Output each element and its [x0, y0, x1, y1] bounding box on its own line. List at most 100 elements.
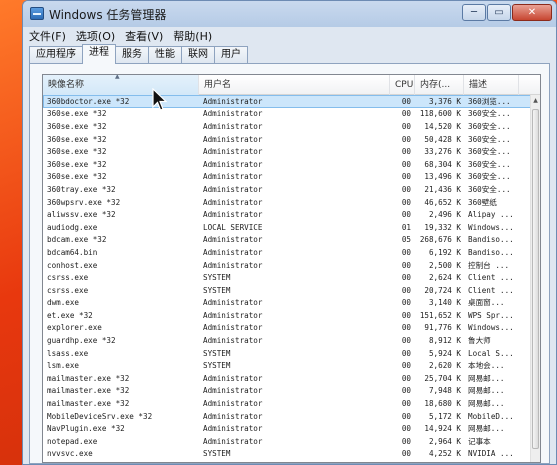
vertical-scrollbar[interactable]: ▲	[530, 95, 540, 462]
table-row[interactable]: 360se.exe *32 Administrator 00 68,304 K 360安…	[43, 158, 540, 171]
process-description: 桌面窗...	[468, 298, 505, 308]
process-user: Administrator	[203, 298, 263, 308]
menu-file[interactable]: 文件(F)	[29, 28, 66, 44]
table-row[interactable]: guardhp.exe *32 Administrator 00 8,912 K 鲁大师	[43, 334, 540, 347]
window-title: Windows 任务管理器	[49, 8, 167, 22]
table-row[interactable]: 360tray.exe *32 Administrator 00 21,436 K 36…	[43, 183, 540, 196]
process-description: 360壁纸	[468, 197, 497, 207]
table-row[interactable]: lsm.exe SYSTEM 00 2,620 K 本地会...	[43, 359, 540, 372]
table-row[interactable]: aliwssv.exe *32 Administrator 00 2,496 K Ali…	[43, 208, 540, 221]
process-cpu: 00	[401, 386, 411, 396]
tab-processes[interactable]: 进程	[82, 44, 116, 64]
process-image-name: csrss.exe	[47, 273, 89, 283]
minimize-button[interactable]: ─	[462, 4, 486, 21]
process-memory: 4,252 K	[428, 449, 461, 459]
process-memory: 2,500 K	[428, 260, 461, 270]
tab-networking[interactable]: 联网	[181, 46, 215, 64]
tab-users[interactable]: 用户	[214, 46, 248, 64]
table-row[interactable]: 360se.exe *32 Administrator 00 13,496 K 360安…	[43, 171, 540, 184]
menu-help[interactable]: 帮助(H)	[173, 28, 212, 44]
scroll-thumb[interactable]	[532, 109, 539, 449]
process-description: MobileD...	[468, 411, 514, 421]
process-description: Client ...	[468, 285, 514, 295]
process-description: 360安全...	[468, 121, 511, 131]
process-cpu: 00	[401, 184, 411, 194]
task-manager-icon	[30, 7, 44, 20]
tab-applications[interactable]: 应用程序	[29, 46, 83, 64]
process-description: 360浏览...	[468, 96, 511, 106]
process-cpu: 00	[401, 260, 411, 270]
process-cpu: 00	[401, 310, 411, 320]
process-memory: 118,600 K	[419, 109, 461, 119]
table-row[interactable]: csrss.exe SYSTEM 00 2,624 K Client ...	[43, 271, 540, 284]
process-description: 记事本	[468, 436, 491, 446]
table-row[interactable]: csrss.exe SYSTEM 00 20,724 K Client ...	[43, 284, 540, 297]
process-memory: 13,496 K	[424, 172, 461, 182]
column-description[interactable]: 描述	[464, 75, 519, 95]
table-row[interactable]: 360se.exe *32 Administrator 00 33,276 K 360安…	[43, 145, 540, 158]
process-user: Administrator	[203, 386, 263, 396]
list-header: ▲ 映像名称 用户名 CPU 内存(... 描述	[43, 75, 540, 95]
table-row[interactable]: bdcam64.bin Administrator 00 6,192 K Bandiso…	[43, 246, 540, 259]
tab-services[interactable]: 服务	[115, 46, 149, 64]
process-description: 360安全...	[468, 159, 511, 169]
process-list[interactable]: ▲ 映像名称 用户名 CPU 内存(... 描述 360bdoctor.exe …	[42, 74, 541, 463]
process-user: Administrator	[203, 210, 263, 220]
table-row[interactable]: NavPlugin.exe *32 Administrator 00 14,924 K…	[43, 422, 540, 435]
menu-view[interactable]: 查看(V)	[125, 28, 163, 44]
process-memory: 5,924 K	[428, 348, 461, 358]
process-description: 360安全...	[468, 134, 511, 144]
title-bar[interactable]: Windows 任务管理器 ─ ▭ ✕	[23, 1, 556, 27]
process-cpu: 00	[401, 109, 411, 119]
column-user-name[interactable]: 用户名	[199, 75, 390, 95]
table-row[interactable]: MobileDeviceSrv.exe *32 Administrator 00 5,…	[43, 410, 540, 423]
table-row[interactable]: mailmaster.exe *32 Administrator 00 25,704 …	[43, 372, 540, 385]
process-image-name: nvvsvc.exe	[47, 449, 93, 459]
process-image-name: 360wpsrv.exe *32	[47, 197, 121, 207]
process-image-name: lsm.exe	[47, 361, 80, 371]
process-memory: 2,496 K	[428, 210, 461, 220]
process-image-name: et.exe *32	[47, 310, 93, 320]
process-cpu: 00	[401, 436, 411, 446]
table-row[interactable]: lsass.exe SYSTEM 00 5,924 K Local S...	[43, 347, 540, 360]
table-row[interactable]: dwm.exe Administrator 00 3,140 K 桌面窗...	[43, 297, 540, 310]
close-button[interactable]: ✕	[512, 4, 552, 21]
process-user: Administrator	[203, 172, 263, 182]
table-row[interactable]: nvvsvc.exe SYSTEM 00 4,252 K NVIDIA ...	[43, 448, 540, 461]
process-image-name: NavPlugin.exe *32	[47, 424, 125, 434]
table-row[interactable]: notepad.exe Administrator 00 2,964 K 记事本	[43, 435, 540, 448]
table-row[interactable]: mailmaster.exe *32 Administrator 00 18,680 …	[43, 397, 540, 410]
column-image-name[interactable]: ▲ 映像名称	[43, 75, 199, 95]
scroll-up-arrow-icon[interactable]: ▲	[531, 95, 540, 107]
process-memory: 2,624 K	[428, 273, 461, 283]
table-row[interactable]: et.exe *32 Administrator 00 151,652 K WPS Sp…	[43, 309, 540, 322]
table-row[interactable]: audiodg.exe LOCAL SERVICE 01 19,332 K Window…	[43, 221, 540, 234]
process-description: Windows...	[468, 222, 514, 232]
process-description: 网易邮...	[468, 424, 505, 434]
table-row[interactable]: mailmaster.exe *32 Administrator 00 7,948 K…	[43, 385, 540, 398]
process-user: Administrator	[203, 235, 263, 245]
table-row[interactable]: 360se.exe *32 Administrator 00 118,600 K 360…	[43, 108, 540, 121]
column-memory[interactable]: 内存(...	[415, 75, 464, 95]
column-cpu[interactable]: CPU	[390, 75, 415, 95]
process-memory: 2,620 K	[428, 361, 461, 371]
process-cpu: 05	[401, 235, 411, 245]
table-row[interactable]: 360se.exe *32 Administrator 00 50,428 K 360安…	[43, 133, 540, 146]
table-row[interactable]: bdcam.exe *32 Administrator 05 268,676 K Ban…	[43, 234, 540, 247]
table-row[interactable]: conhost.exe Administrator 00 2,500 K 控制台 ...	[43, 259, 540, 272]
maximize-button[interactable]: ▭	[487, 4, 511, 21]
process-image-name: mailmaster.exe *32	[47, 386, 130, 396]
process-user: Administrator	[203, 109, 263, 119]
process-cpu: 00	[401, 134, 411, 144]
table-row[interactable]: 360bdoctor.exe *32 Administrator 00 3,376 K…	[43, 95, 540, 108]
process-description: Bandiso...	[468, 235, 514, 245]
table-row[interactable]: nvxxxx.exeSYSTEM003,XXX KNVIDIA ...	[43, 460, 540, 462]
menu-options[interactable]: 选项(O)	[76, 28, 115, 44]
process-user: SYSTEM	[203, 348, 231, 358]
table-row[interactable]: explorer.exe Administrator 00 91,776 K Windo…	[43, 322, 540, 335]
process-user: SYSTEM	[203, 285, 231, 295]
tab-performance[interactable]: 性能	[148, 46, 182, 64]
process-description: Client ...	[468, 273, 514, 283]
table-row[interactable]: 360se.exe *32 Administrator 00 14,520 K 360安…	[43, 120, 540, 133]
table-row[interactable]: 360wpsrv.exe *32 Administrator 00 46,652 K 3…	[43, 196, 540, 209]
